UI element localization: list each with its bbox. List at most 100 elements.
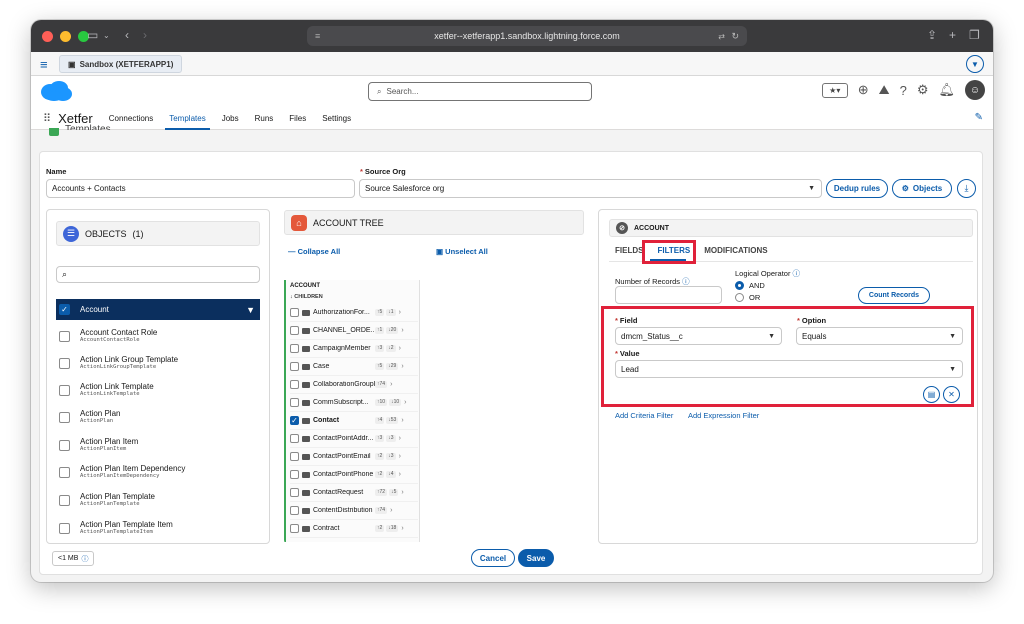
tree-checkbox[interactable]: ✓	[290, 416, 299, 425]
close-window-button[interactable]	[42, 30, 53, 42]
chevron-right-icon[interactable]: ›	[401, 327, 403, 334]
objects-search-input[interactable]: ⌕	[56, 266, 260, 283]
favorites-button[interactable]: ★ ▾	[821, 82, 848, 98]
tree-row[interactable]: Case ↑5 ↓29 ›	[290, 358, 418, 376]
collapse-all-link[interactable]: — Collapse All	[288, 247, 340, 256]
object-checkbox[interactable]	[59, 358, 70, 369]
radio-and-control[interactable]	[735, 281, 744, 290]
translate-icon[interactable]: ⇄	[718, 32, 725, 41]
objects-button[interactable]: ⚙ Objects	[892, 179, 952, 198]
tree-row[interactable]: AuthorizationFor... ↑5 ↓1 ›	[290, 304, 418, 322]
address-bar[interactable]: ≡ xetfer--xetferapp1.sandbox.lightning.f…	[307, 26, 747, 46]
object-checkbox[interactable]	[59, 331, 70, 342]
app-launcher-icon[interactable]: ⠿	[43, 112, 51, 125]
tree-row[interactable]: ContactPointAddr... ↑3 ↓3 ›	[290, 430, 418, 448]
chevron-right-icon[interactable]: ›	[399, 453, 401, 460]
share-icon[interactable]: ⇪	[927, 28, 937, 42]
reload-icon[interactable]: ↻	[731, 31, 739, 42]
nav-runs[interactable]: Runs	[255, 106, 274, 130]
sandbox-tab[interactable]: ▣ Sandbox (XETFERAPP1)	[59, 55, 183, 73]
chevron-right-icon[interactable]: ›	[401, 363, 403, 370]
object-checkbox[interactable]	[59, 412, 70, 423]
option-select[interactable]: Equals ▼	[796, 327, 963, 345]
dedup-rules-button[interactable]: Dedup rules	[826, 179, 888, 198]
save-button[interactable]: Save	[518, 549, 554, 567]
tree-checkbox[interactable]	[290, 344, 299, 353]
list-item[interactable]: Action Link Group Template ActionLinkGrou…	[56, 350, 260, 377]
download-button[interactable]: ⤓	[957, 179, 976, 198]
chevron-down-icon[interactable]: ⌄	[103, 31, 110, 40]
nav-files[interactable]: Files	[289, 106, 306, 130]
field-select[interactable]: dmcm_Status__c ▼	[615, 327, 782, 345]
page-settings-icon[interactable]: ≡	[315, 31, 320, 41]
radio-or[interactable]: OR	[735, 293, 760, 302]
tree-row[interactable]: CollaborationGroupR...↑74›	[290, 376, 418, 394]
tree-row[interactable]: ContentDistribution ↑74 ›	[290, 502, 418, 520]
tree-row[interactable]: Contract ↑2 ↓18 ›	[290, 520, 418, 538]
add-expression-filter-link[interactable]: Add Expression Filter	[688, 411, 759, 420]
chevron-right-icon[interactable]: ›	[401, 525, 403, 532]
list-item[interactable]: Action Plan Item Dependency ActionPlanIte…	[56, 459, 260, 486]
radio-and[interactable]: AND	[735, 281, 765, 290]
cancel-button[interactable]: Cancel	[471, 549, 515, 567]
tree-row[interactable]: CHANNEL_ORDE... ↑1 ↓20 ›	[290, 322, 418, 340]
filter-icon[interactable]: ▼	[246, 305, 255, 315]
tree-checkbox[interactable]	[290, 380, 299, 389]
tree-row[interactable]: ✓ Contact ↑4 ↓53 ›	[290, 412, 418, 430]
tree-checkbox[interactable]	[290, 326, 299, 335]
gear-icon[interactable]: ⚙	[917, 82, 929, 98]
avatar[interactable]: ☺	[965, 80, 985, 100]
list-item[interactable]: Account Contact Role AccountContactRole	[56, 323, 260, 350]
tree-checkbox[interactable]	[290, 434, 299, 443]
list-item[interactable]: Action Plan Item ActionPlanItem	[56, 432, 260, 459]
nav-jobs[interactable]: Jobs	[222, 106, 239, 130]
tree-row[interactable]: ContactRequest ↑72 ↓5 ›	[290, 484, 418, 502]
unselect-all-link[interactable]: ▣ Unselect All	[436, 247, 488, 256]
value-select[interactable]: Lead ▼	[615, 360, 963, 378]
tree-row[interactable]: ContactPointPhone ↑2 ↓4 ›	[290, 466, 418, 484]
back-icon[interactable]: ‹	[125, 28, 129, 42]
new-tab-icon[interactable]: +	[949, 28, 956, 42]
menu-icon[interactable]: ≡	[40, 57, 48, 72]
tab-overview-icon[interactable]: ❐	[969, 28, 980, 42]
nav-connections[interactable]: Connections	[109, 106, 153, 130]
object-checkbox[interactable]	[59, 467, 70, 478]
list-item-account[interactable]: ✓ Account ▼	[56, 299, 260, 320]
tab-fields[interactable]: FIELDS	[615, 246, 643, 255]
tree-checkbox[interactable]	[290, 308, 299, 317]
help-icon[interactable]: ?	[900, 83, 907, 98]
chevron-right-icon[interactable]: ›	[399, 309, 401, 316]
chevron-right-icon[interactable]: ›	[399, 471, 401, 478]
sidebar-icon[interactable]: ▭	[87, 28, 98, 42]
list-item[interactable]: Action Link Template ActionLinkTemplate	[56, 377, 260, 404]
nav-templates[interactable]: Templates	[165, 106, 211, 130]
nav-settings[interactable]: Settings	[322, 106, 351, 130]
forward-icon[interactable]: ›	[143, 28, 147, 42]
list-item[interactable]: Action Plan ActionPlan	[56, 404, 260, 431]
tree-checkbox[interactable]	[290, 470, 299, 479]
add-icon[interactable]: ⊕	[858, 82, 869, 98]
count-records-button[interactable]: Count Records	[858, 287, 930, 304]
tree-checkbox[interactable]	[290, 488, 299, 497]
tree-checkbox[interactable]	[290, 362, 299, 371]
chevron-right-icon[interactable]: ›	[401, 489, 403, 496]
tree-checkbox[interactable]	[290, 452, 299, 461]
tree-checkbox[interactable]	[290, 524, 299, 533]
tab-dropdown-button[interactable]: ▼	[966, 55, 984, 73]
chevron-right-icon[interactable]: ›	[399, 345, 401, 352]
list-item[interactable]: Action Plan Template Item ActionPlanTempl…	[56, 515, 260, 542]
tree-checkbox[interactable]	[290, 398, 299, 407]
radio-or-control[interactable]	[735, 293, 744, 302]
account-checkbox[interactable]: ✓	[59, 304, 70, 315]
salesforce-logo[interactable]	[39, 80, 73, 102]
chevron-right-icon[interactable]: ›	[390, 507, 392, 514]
list-item[interactable]: Action Plan Template ActionPlanTemplate	[56, 487, 260, 514]
tree-row[interactable]: CommSubscript... ↑10 ↓10 ›	[290, 394, 418, 412]
object-checkbox[interactable]	[59, 523, 70, 534]
tree-row[interactable]: CampaignMember ↑3 ↓2 ›	[290, 340, 418, 358]
minimize-window-button[interactable]	[60, 30, 71, 42]
bell-icon[interactable]: 🔔︎	[938, 82, 955, 98]
tab-modifications[interactable]: MODIFICATIONS	[704, 246, 767, 255]
trailhead-icon[interactable]: ⛰	[879, 82, 890, 98]
global-search-input[interactable]: ⌕ Search...	[368, 82, 592, 101]
